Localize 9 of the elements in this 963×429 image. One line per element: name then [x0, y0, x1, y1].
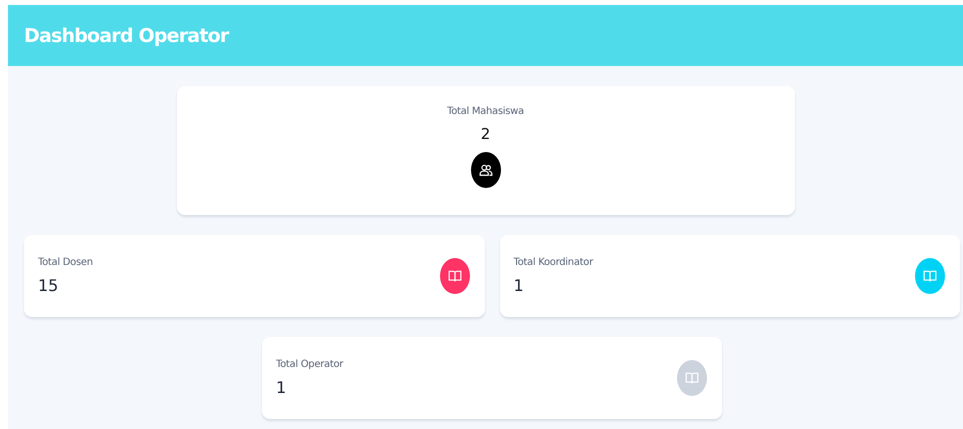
stat-value: 1: [514, 276, 525, 295]
stat-label: Total Dosen: [38, 257, 93, 268]
stat-value: 15: [38, 276, 60, 295]
stat-label: Total Operator: [276, 359, 344, 370]
stat-value: 2: [480, 125, 490, 143]
stat-label: Total Koordinator: [514, 257, 593, 268]
stat-label: Total Mahasiswa: [447, 106, 524, 117]
stat-value: 1: [276, 378, 288, 397]
page-title: Dashboard Operator: [24, 24, 228, 46]
